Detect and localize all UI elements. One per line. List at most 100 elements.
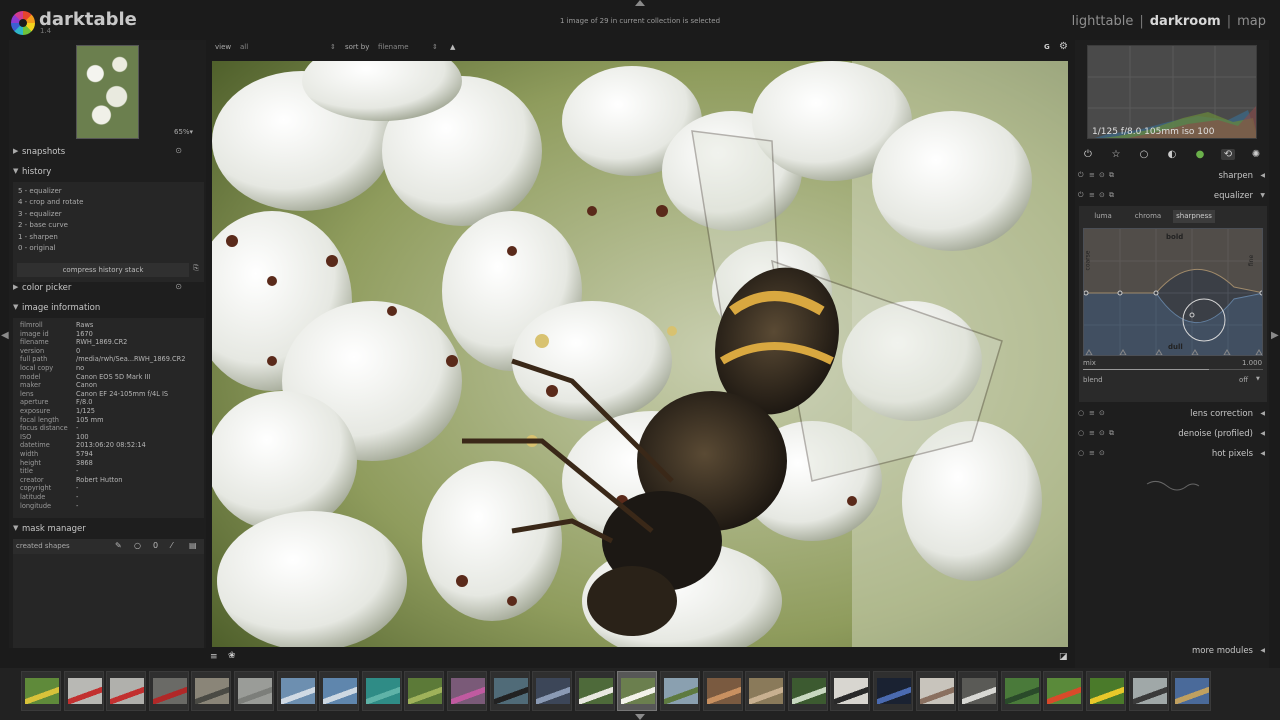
presets-icon[interactable]: ≡ <box>1089 171 1095 179</box>
view-lighttable[interactable]: lighttable <box>1072 14 1134 29</box>
collapse-left-arrow-icon[interactable]: ◀ <box>1 330 9 341</box>
module-equalizer[interactable]: ⏻ ≡ ⊙ ⧉ equalizer ▼ <box>1075 188 1269 204</box>
reset-icon[interactable]: ⊙ <box>1099 449 1105 457</box>
quick-access-icon[interactable]: ≡ <box>210 652 218 662</box>
filmstrip-flower-thumb[interactable] <box>447 671 487 711</box>
more-modules-button[interactable]: more modules <box>1192 646 1253 656</box>
histogram[interactable]: 1/125 f/8.0 105mm iso 100 <box>1087 45 1257 139</box>
history-item[interactable]: 4 - crop and rotate <box>18 198 83 206</box>
circle-icon[interactable]: ○ <box>1137 149 1151 160</box>
chevron-updown-icon[interactable]: ⇕ <box>330 43 336 51</box>
filmstrip-field-thumb[interactable] <box>21 671 61 711</box>
multi-instance-icon[interactable]: ⧉ <box>1109 191 1114 200</box>
half-circle-icon[interactable]: ◐ <box>1165 149 1179 160</box>
multi-instance-icon[interactable]: ⧉ <box>1109 429 1114 438</box>
module-hot-pixels[interactable]: ○ ≡ ⊙ hot pixels ◀ <box>1075 446 1269 462</box>
module-lens-correction[interactable]: ○ ≡ ⊙ lens correction ◀ <box>1075 406 1269 422</box>
collapse-bottom-arrow-icon[interactable] <box>635 714 645 720</box>
history-item[interactable]: 5 - equalizer <box>18 187 62 195</box>
power-icon[interactable]: ⏻ <box>1081 149 1095 160</box>
mask-manager-header[interactable]: ▼ mask manager <box>9 521 206 537</box>
history-item[interactable]: 0 - original <box>18 244 56 252</box>
module-denoise[interactable]: ○ ≡ ⊙ ⧉ denoise (profiled) ◀ <box>1075 426 1269 442</box>
filmstrip-plant-thumb[interactable] <box>787 671 828 711</box>
equalizer-curve[interactable]: bold dull coarse fine <box>1083 228 1263 356</box>
reset-icon[interactable]: ⊙ <box>1099 171 1105 179</box>
power-toggle-icon[interactable]: ○ <box>1078 429 1084 437</box>
power-toggle-icon[interactable]: ○ <box>1078 449 1084 457</box>
brush-icon[interactable]: ▤ <box>189 541 197 550</box>
chevron-updown-icon[interactable]: ⇕ <box>432 43 438 51</box>
filmstrip-building-thumb[interactable] <box>745 671 786 711</box>
history-item[interactable]: 3 - equalizer <box>18 210 62 218</box>
styles-icon[interactable]: ❀ <box>228 651 236 661</box>
filmstrip-bridge-thumb[interactable] <box>1128 671 1169 711</box>
main-image[interactable] <box>212 61 1068 647</box>
color-icon[interactable]: ● <box>1193 149 1207 160</box>
history-item[interactable]: 1 - sharpen <box>18 233 58 241</box>
correct-icon[interactable]: ⟲ <box>1221 149 1235 160</box>
multi-instance-icon[interactable]: ⧉ <box>1109 171 1114 180</box>
filmstrip-portrait-thumb[interactable] <box>830 671 871 711</box>
tab-chroma[interactable]: chroma <box>1127 210 1169 223</box>
filmstrip-tree-thumb[interactable] <box>1000 671 1041 711</box>
collapse-top-arrow-icon[interactable] <box>635 0 645 6</box>
reset-icon[interactable]: ⊙ <box>1099 429 1105 437</box>
reset-icon[interactable]: ⊙ <box>1099 409 1105 417</box>
filmstrip-grass-thumb[interactable] <box>404 671 445 711</box>
compress-history-button[interactable]: compress history stack <box>17 263 189 277</box>
presets-icon[interactable]: ≡ <box>1089 191 1095 199</box>
grouping-button[interactable]: G <box>1044 43 1050 51</box>
chevron-down-icon[interactable]: ▼ <box>1256 376 1260 382</box>
presets-icon[interactable]: ≡ <box>1089 409 1095 417</box>
gear-icon[interactable]: ⚙ <box>1059 41 1068 52</box>
color-picker-header[interactable]: ▶ color picker ⊙ <box>9 280 206 296</box>
zoom-level[interactable]: 65%▾ <box>174 128 193 136</box>
filmstrip-sky-thumb[interactable] <box>276 671 317 711</box>
sort-order-icon[interactable]: ▲ <box>450 43 455 51</box>
reset-icon[interactable]: ⊙ <box>1099 191 1105 199</box>
filmstrip-portrait-thumb[interactable] <box>915 671 956 711</box>
image-information-header[interactable]: ▼ image information <box>9 300 206 316</box>
filmstrip-yellow-flower-thumb[interactable] <box>1086 671 1126 711</box>
effect-icon[interactable]: ✺ <box>1249 149 1263 160</box>
filmstrip-landscape-thumb[interactable] <box>489 671 530 711</box>
ellipse-shape-icon[interactable]: 0 <box>153 541 158 550</box>
style-icon[interactable]: ⎘ <box>190 264 202 276</box>
filmstrip-street-thumb[interactable] <box>532 671 573 711</box>
filmstrip-field-thumb[interactable] <box>660 671 700 711</box>
filmstrip-fog-thumb[interactable] <box>234 671 274 711</box>
history-header[interactable]: ▼ history <box>9 164 206 180</box>
filmstrip-beach-thumb[interactable] <box>191 671 232 711</box>
filmstrip-portrait-thumb[interactable] <box>574 671 615 711</box>
filmstrip-night-thumb[interactable] <box>873 671 913 711</box>
filmstrip-bee-thumb[interactable] <box>617 671 658 711</box>
filmstrip-phonebox-thumb[interactable] <box>106 671 147 711</box>
view-darkroom[interactable]: darkroom <box>1150 14 1221 29</box>
collapse-right-arrow-icon[interactable]: ▶ <box>1271 330 1279 341</box>
filmstrip-castle-thumb[interactable] <box>1171 671 1212 711</box>
view-select[interactable]: all <box>240 43 248 51</box>
filmstrip-flower-thumb[interactable] <box>958 671 999 711</box>
star-icon[interactable]: ☆ <box>1109 149 1123 160</box>
reset-icon[interactable]: ⊙ <box>175 146 182 155</box>
more-modules-expand-icon[interactable]: ◀ <box>1260 647 1265 654</box>
filmstrip-tulip-thumb[interactable] <box>1043 671 1084 711</box>
tab-sharpness[interactable]: sharpness <box>1173 210 1215 223</box>
presets-icon[interactable]: ≡ <box>1089 429 1095 437</box>
snapshots-header[interactable]: ▶ snapshots ⊙ <box>9 144 206 160</box>
filmstrip-food-thumb[interactable] <box>702 671 743 711</box>
gradient-tool-icon[interactable]: ⁄ <box>171 541 172 550</box>
sort-select[interactable]: filename <box>378 43 409 51</box>
tab-luma[interactable]: luma <box>1083 210 1123 223</box>
history-item[interactable]: 2 - base curve <box>18 221 68 229</box>
reset-icon[interactable]: ⊙ <box>175 282 182 291</box>
pencil-icon[interactable]: ✎ <box>115 541 122 550</box>
circle-shape-icon[interactable]: ○ <box>134 541 141 550</box>
filmstrip-water-thumb[interactable] <box>361 671 402 711</box>
presets-icon[interactable]: ≡ <box>1089 449 1095 457</box>
module-sharpen[interactable]: ⏻ ≡ ⊙ ⧉ sharpen ◀ <box>1075 168 1269 184</box>
power-toggle-icon[interactable]: ⏻ <box>1078 191 1084 200</box>
power-toggle-icon[interactable]: ○ <box>1078 409 1084 417</box>
fullscreen-icon[interactable]: ◪ <box>1059 652 1068 662</box>
